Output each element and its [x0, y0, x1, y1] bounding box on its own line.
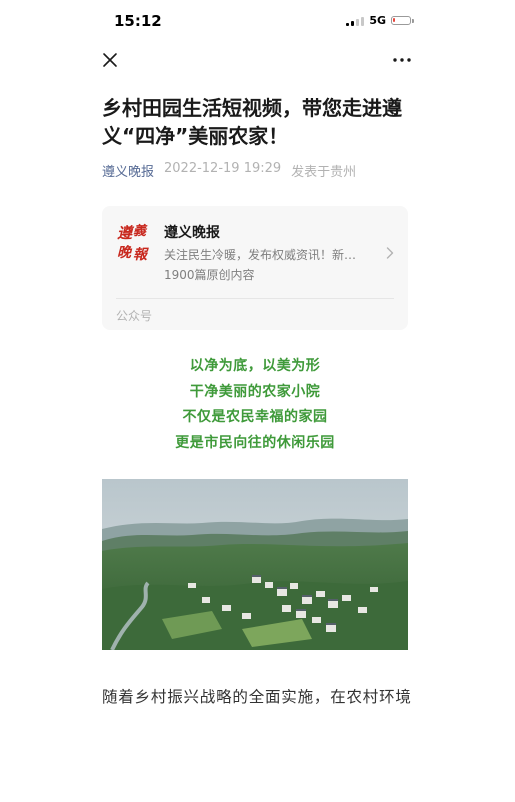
highlight-line: 不仅是农民幸福的家园 — [182, 409, 328, 425]
article-meta: 遵义晚报 2022-12-19 19:29 发表于贵州 — [102, 161, 356, 180]
status-indicators: 5G — [346, 14, 414, 27]
publish-location: 发表于贵州 — [291, 165, 357, 180]
highlight-block: 以净为底，以美为形 干净美丽的农家小院 不仅是农民幸福的家园 更是市民向往的休闲… — [102, 354, 408, 456]
card-divider — [116, 298, 394, 299]
author-link[interactable]: 遵义晚报 — [102, 161, 154, 180]
highlight-line: 以净为底，以美为形 — [189, 358, 321, 374]
chevron-right-icon — [386, 247, 394, 259]
svg-text:義: 義 — [133, 223, 148, 239]
battery-icon — [391, 16, 414, 25]
close-icon[interactable] — [100, 50, 120, 70]
account-description: 关注民生冷暖，发布权威资讯！新闻热线：0851-28271111 — [164, 248, 364, 262]
article-body-paragraph: 随着乡村振兴战略的全面实施，在农村环境 — [102, 688, 412, 706]
village-landscape-image — [102, 479, 408, 650]
account-name: 遵义晚报 — [164, 225, 220, 241]
account-type-label: 公众号 — [116, 309, 153, 323]
signal-icon — [346, 16, 365, 26]
svg-text:晚: 晚 — [117, 244, 133, 261]
more-icon[interactable] — [391, 50, 413, 70]
status-time: 15:12 — [114, 12, 162, 30]
status-bar: 15:12 5G — [0, 0, 515, 40]
battery-level — [393, 18, 395, 22]
highlight-line: 干净美丽的农家小院 — [189, 383, 321, 400]
publish-time: 2022-12-19 19:29 — [164, 161, 282, 176]
account-article-count: 1900篇原创内容 — [164, 268, 255, 282]
account-logo: 遵 義 晚 報 — [117, 223, 149, 262]
svg-text:報: 報 — [133, 246, 149, 262]
network-label: 5G — [369, 14, 386, 27]
highlight-line: 更是市民向往的休闲乐园 — [175, 434, 335, 451]
top-nav — [0, 44, 515, 76]
account-card[interactable]: 遵 義 晚 報 遵义晚报 关注民生冷暖，发布权威资讯！新闻热线：0851-282… — [102, 206, 408, 330]
article-title: 乡村田园生活短视频，带您走进遵义“四净”美丽农家！ — [102, 96, 402, 148]
